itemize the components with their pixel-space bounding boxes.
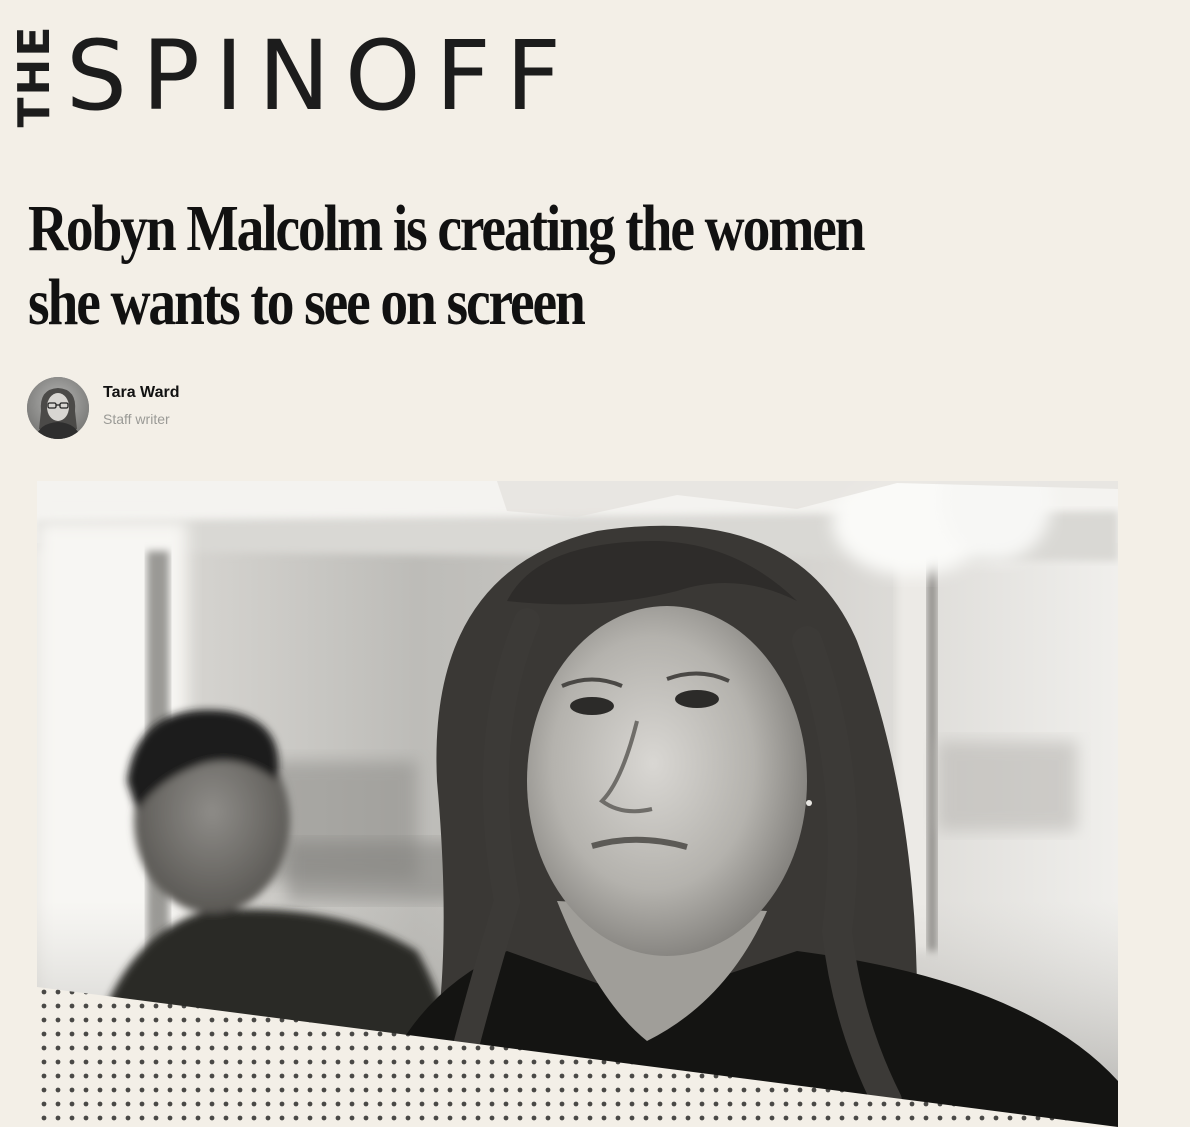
- site-logo-the[interactable]: THE: [9, 25, 60, 128]
- author-meta: Tara Ward Staff writer: [103, 384, 179, 429]
- site-logo[interactable]: SPINOFF: [66, 28, 576, 124]
- site-masthead: THE SPINOFF: [9, 25, 628, 128]
- article-byline: Tara Ward Staff writer: [27, 377, 179, 439]
- author-role: Staff writer: [103, 411, 170, 427]
- author-avatar[interactable]: [27, 377, 89, 439]
- article-hero-image: [37, 481, 1118, 1127]
- hero-photo: [37, 481, 1118, 1127]
- author-name-link[interactable]: Tara Ward: [103, 383, 179, 403]
- author-portrait-image: [27, 377, 89, 439]
- article-headline: Robyn Malcolm is creating the women she …: [28, 192, 866, 339]
